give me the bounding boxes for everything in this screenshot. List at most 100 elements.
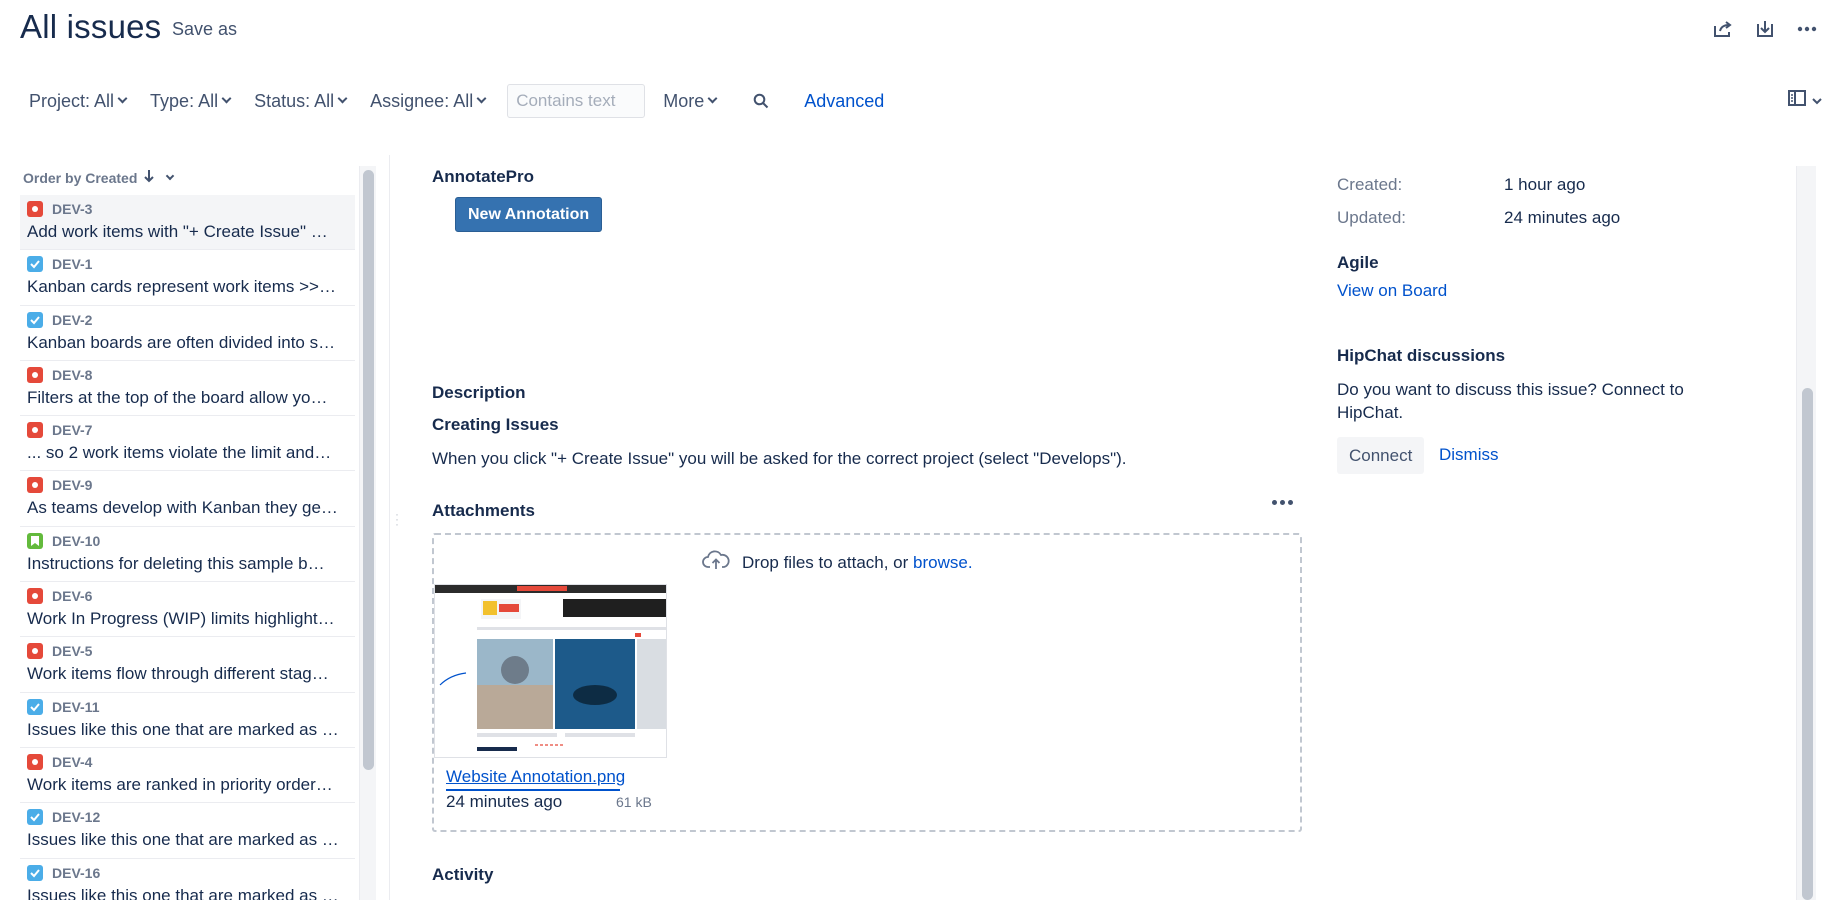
issue-list-item[interactable]: DEV-9 As teams develop with Kanban they g… (20, 471, 355, 527)
hipchat-title: HipChat discussions (1337, 346, 1506, 365)
attachment-focus-underline (446, 789, 620, 791)
filter-status[interactable]: Status: All (254, 90, 348, 112)
task-icon (27, 864, 43, 881)
chevron-down-icon[interactable] (166, 171, 175, 180)
attachments-label: Attachments (432, 501, 535, 520)
issue-list-item[interactable]: DEV-5 Work items flow through different s… (20, 637, 355, 693)
issue-key: DEV-3 (52, 201, 93, 217)
chevron-down-icon (337, 93, 348, 104)
advanced-search-link[interactable]: Advanced (804, 91, 884, 112)
new-annotation-button[interactable]: New Annotation (455, 197, 603, 232)
issue-list-item[interactable]: DEV-2 Kanban boards are often divided int… (20, 306, 355, 361)
issue-key-row: DEV-8 (27, 365, 355, 385)
attachment-thumbnail[interactable] (434, 584, 667, 758)
issue-key-row: DEV-11 (27, 697, 355, 717)
filter-more-label: More (663, 90, 705, 111)
issue-list-scrollbar[interactable] (359, 166, 376, 900)
filter-assignee[interactable]: Assignee: All (370, 91, 487, 112)
issue-summary: Issues like this one that are marked as … (27, 719, 339, 739)
issue-summary: Kanban boards are often divided into s… (27, 332, 336, 352)
activity-label: Activity (432, 865, 494, 884)
issue-detail: AnnotatePro New Annotation Description C… (432, 155, 1307, 900)
issue-list-item[interactable]: DEV-6 Work In Progress (WIP) limits highl… (20, 582, 355, 638)
issue-key-row: DEV-4 (27, 752, 355, 772)
issue-key-row: DEV-3 (27, 199, 355, 219)
issue-key: DEV-5 (52, 643, 93, 660)
created-label: Created: (1337, 175, 1403, 194)
hipchat-text: Do you want to discuss this issue? Conne… (1337, 380, 1684, 422)
issue-key: DEV-2 (52, 311, 93, 328)
bug-icon (27, 588, 43, 605)
dismiss-link[interactable]: Dismiss (1439, 445, 1499, 465)
issue-key-row: DEV-6 (27, 586, 355, 606)
connect-button[interactable]: Connect (1337, 437, 1425, 474)
attachment-dropzone[interactable]: Drop files to attach, or browse. Website… (432, 533, 1302, 832)
contains-text-input[interactable] (507, 84, 646, 118)
filter-project[interactable]: Project: All (29, 90, 128, 112)
issue-list-item[interactable]: DEV-4 Work items are ranked in priority o… (20, 748, 355, 804)
browse-link[interactable]: browse. (913, 553, 973, 572)
website-screenshot-image (435, 585, 666, 757)
issue-key-row: DEV-2 (27, 310, 355, 330)
issue-key-row: DEV-9 (27, 475, 355, 495)
issue-list-item[interactable]: DEV-12 Issues like this one that are mark… (20, 803, 355, 859)
issue-key-row: DEV-10 (27, 531, 355, 551)
issue-sidebar: Created: 1 hour ago Updated: 24 minutes … (1337, 155, 1777, 900)
issue-list-item[interactable]: DEV-10 Instructions for deleting this sam… (20, 527, 355, 583)
issue-summary: ... so 2 work items violate the limit an… (27, 443, 332, 463)
issue-summary: Instructions for deleting this sample b… (27, 553, 325, 573)
issue-summary: Kanban cards represent work items >>… (27, 277, 336, 297)
more-icon[interactable] (1796, 18, 1818, 40)
description-label: Description (432, 383, 526, 402)
created-value: 1 hour ago (1504, 175, 1586, 194)
issue-list-item[interactable]: DEV-1 Kanban cards represent work items >… (20, 250, 355, 306)
bug-icon (27, 201, 43, 217)
issue-key: DEV-12 (52, 809, 101, 826)
issue-key: DEV-8 (52, 366, 93, 383)
filter-status-label: Status: All (254, 90, 335, 111)
task-icon (27, 256, 43, 273)
description-text: When you click "+ Create Issue" you will… (432, 449, 1127, 468)
issue-list-item[interactable]: DEV-16 Issues like this one that are mark… (20, 859, 355, 900)
issue-list-item[interactable]: DEV-7 ... so 2 work items violate the lim… (20, 416, 355, 472)
view-on-board-link[interactable]: View on Board (1337, 281, 1447, 301)
filter-type[interactable]: Type: All (150, 91, 232, 112)
issue-list-item[interactable]: DEV-8 Filters at the top of the board all… (20, 361, 355, 417)
export-icon[interactable] (1754, 18, 1776, 40)
attachments-more-icon[interactable] (1272, 500, 1293, 505)
issue-summary: Work items flow through different stag… (27, 664, 329, 684)
bug-icon (27, 366, 43, 383)
pane-divider (389, 155, 390, 900)
issue-summary: Issues like this one that are marked as … (27, 830, 339, 850)
annotatepro-title: AnnotatePro (432, 167, 534, 186)
attachment-size: 61 kB (616, 794, 652, 810)
chevron-down-icon (1812, 92, 1822, 110)
drop-text: Drop files to attach, or (742, 552, 909, 572)
updated-label: Updated: (1337, 208, 1406, 227)
save-as-button[interactable]: Save as (172, 19, 237, 40)
order-by-control[interactable]: Order by Created (23, 169, 175, 186)
filter-more[interactable]: More (663, 90, 718, 112)
cloud-upload-icon (702, 549, 730, 576)
share-icon[interactable] (1712, 18, 1734, 40)
scrollbar-thumb[interactable] (1802, 388, 1813, 900)
chevron-down-icon (476, 93, 487, 104)
attachment-filename-link[interactable]: Website Annotation.png (446, 767, 625, 787)
top-actions (1712, 18, 1818, 40)
page-title: All issues (20, 8, 162, 45)
detail-scrollbar[interactable] (1796, 166, 1816, 900)
search-icon[interactable] (750, 90, 772, 112)
issue-list-item[interactable]: DEV-3 Add work items with "+ Create Issue… (20, 195, 355, 251)
scrollbar-thumb[interactable] (363, 170, 374, 770)
issue-summary: Work In Progress (WIP) limits highlight… (27, 609, 335, 629)
order-by-label: Order by Created (23, 169, 138, 186)
issue-key-row: DEV-12 (27, 807, 355, 827)
issue-list-item[interactable]: DEV-11 Issues like this one that are mark… (20, 693, 355, 748)
issue-summary: As teams develop with Kanban they ge… (27, 498, 338, 518)
issue-key-row: DEV-16 (27, 863, 355, 883)
filter-project-label: Project: All (29, 90, 115, 111)
issue-key: DEV-11 (52, 698, 100, 715)
arrow-down-icon[interactable] (143, 169, 155, 186)
resize-handle[interactable]: · · · (395, 508, 399, 530)
layout-switcher[interactable] (1788, 90, 1822, 111)
